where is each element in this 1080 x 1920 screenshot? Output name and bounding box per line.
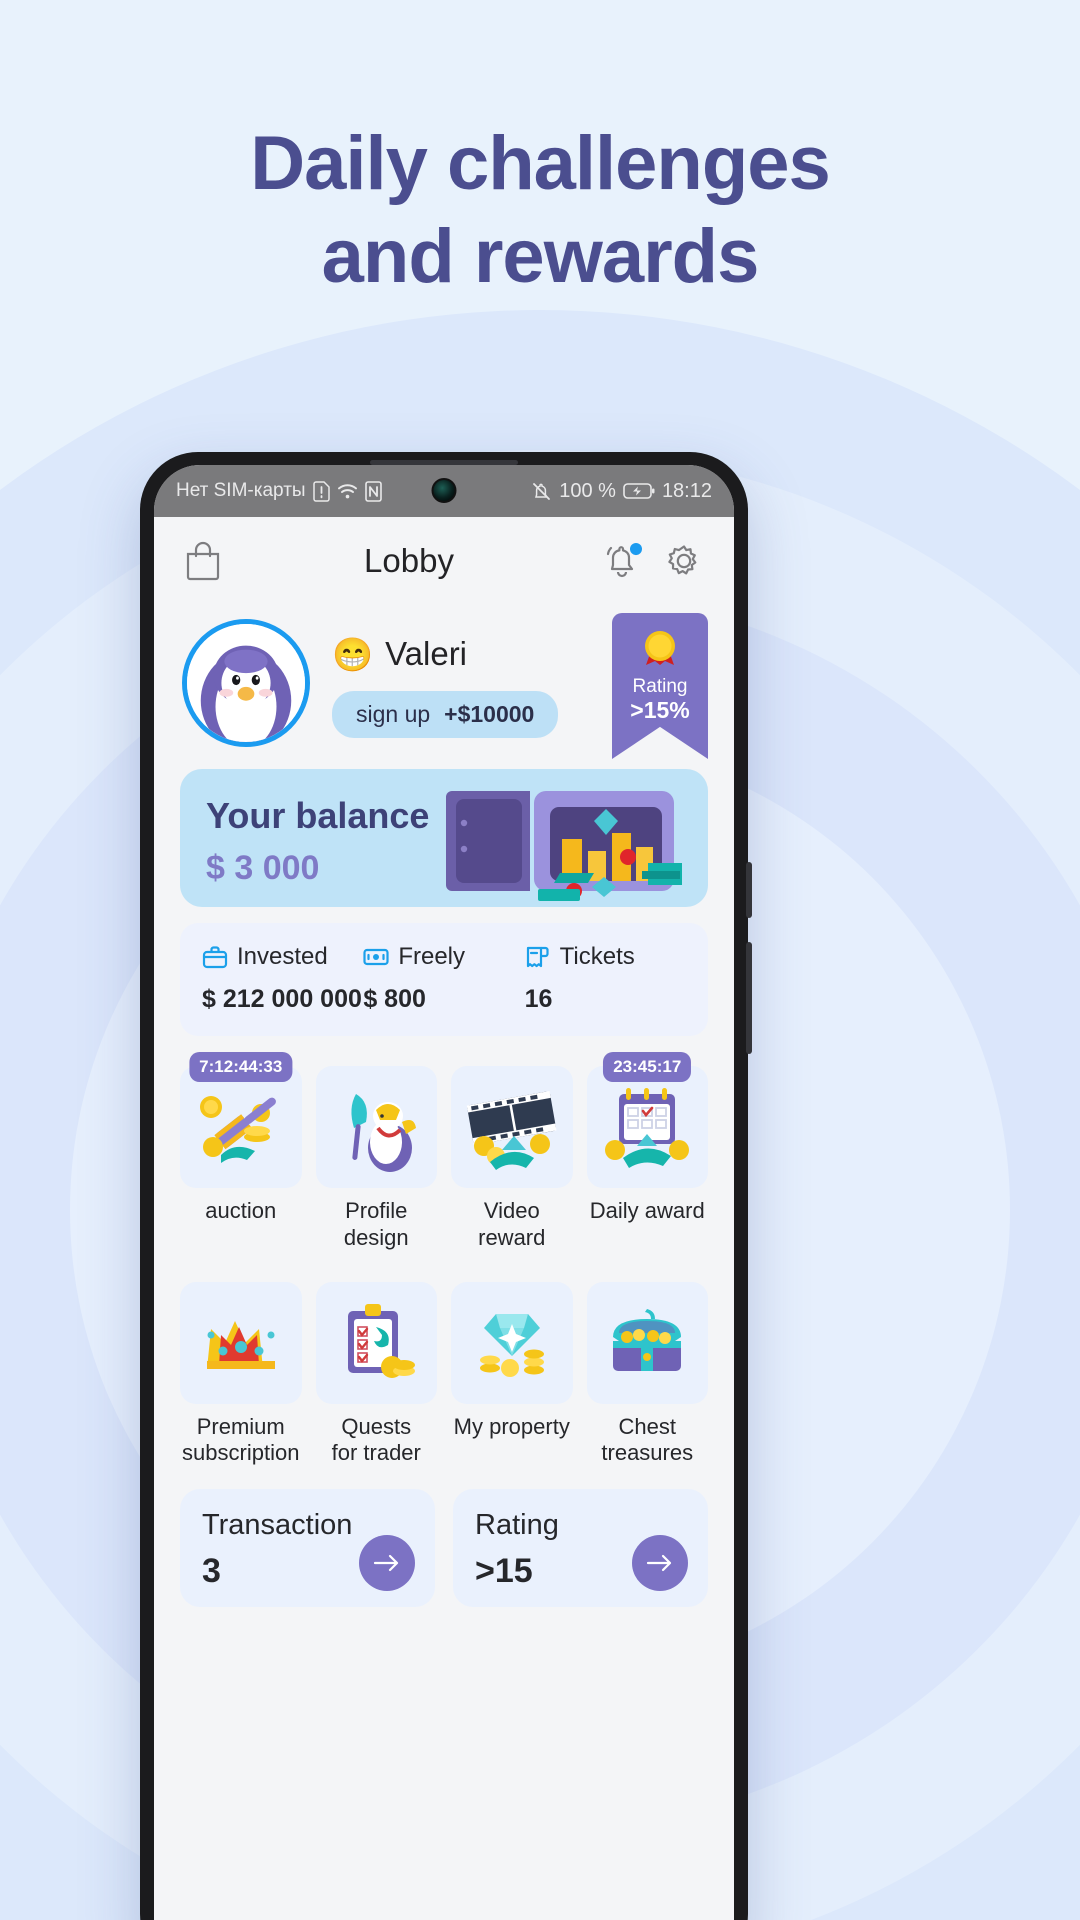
stat-value: 16 [524,985,553,1013]
transaction-card[interactable]: Transaction 3 [180,1489,435,1608]
bottom-cards: Transaction 3 Rating >15 [180,1489,708,1608]
treasure-chest-icon [586,1281,708,1404]
briefcase-icon [202,944,228,970]
stat-invested[interactable]: Invested $ 212 000 000 [202,943,363,1014]
tiles-grid-row-1: 7:12:44:33 auction Profile design Video … [180,1052,708,1252]
medal-icon [637,627,683,673]
tile-daily-award[interactable]: 23:45:17 Daily award [586,1052,708,1252]
stat-value: $ 800 [363,985,426,1013]
signup-bonus-amount: +$10000 [444,701,535,727]
profile-quill-icon [315,1066,437,1188]
ticket-icon [525,944,551,970]
wifi-icon [337,483,358,500]
rating-ribbon-badge[interactable]: Rating >15% [612,613,708,759]
phone-mockup: Нет SIM-карты 100 % 18:12 Lobby 😁 Valeri… [140,452,752,1920]
bell-muted-icon [531,481,552,502]
battery-percent-label: 100 % [559,479,616,502]
screen-title: Lobby [364,542,454,579]
tile-video-reward[interactable]: Video reward [451,1052,573,1252]
smile-emoji-icon: 😁 [332,635,374,673]
ribbon-value: >15% [630,697,690,723]
safe-with-treasure-illustration [446,791,682,901]
headline-line-2: and rewards [321,213,760,299]
profile-name: Valeri [385,635,468,672]
tile-label: Chest treasures [601,1413,694,1466]
clock-label: 18:12 [661,479,712,502]
arrow-right-icon[interactable] [359,1535,415,1592]
stat-value: $ 212 000 000 [202,985,362,1013]
balance-card[interactable]: Your balance $ 3 000 [180,769,708,907]
carrier-label: Нет SIM-карты [176,480,306,501]
film-money-icon [451,1066,573,1188]
tile-auction[interactable]: 7:12:44:33 auction [180,1052,302,1252]
balance-value: $ 3 000 [206,849,320,887]
signup-bonus-chip[interactable]: sign up +$10000 [332,691,559,738]
app-bar: Lobby [154,517,734,605]
tile-quests-for-trader[interactable]: Quests for trader [315,1268,437,1468]
phone-screen: Нет SIM-карты 100 % 18:12 Lobby 😁 Valeri… [154,465,734,1920]
tile-timer: 23:45:17 [603,1052,692,1082]
tile-profile-design[interactable]: Profile design [315,1052,437,1252]
notification-bell-icon[interactable] [602,541,642,581]
tile-chest-treasures[interactable]: Chest treasures [586,1268,708,1468]
tile-label: Premium subscription [182,1413,300,1466]
tile-label: Quests for trader [331,1413,421,1466]
tile-premium-subscription[interactable]: Premium subscription [180,1268,302,1468]
balance-title: Your balance [206,795,430,836]
profile-name-row: 😁 Valeri [332,635,558,673]
signup-label: sign up [356,701,431,727]
page-title: Daily challenges and rewards [0,118,1080,303]
tile-timer: 7:12:44:33 [189,1052,293,1082]
stat-tickets[interactable]: Tickets 16 [525,943,686,1014]
tile-label: Profile design [343,1198,409,1250]
tile-label: Video reward [478,1198,546,1250]
profile-info: 😁 Valeri sign up +$10000 [332,619,559,738]
banknote-icon [363,944,389,970]
stat-label: Freely [398,943,466,970]
notification-badge-dot [630,543,642,555]
calendar-money-icon [586,1066,708,1188]
rating-card[interactable]: Rating >15 [453,1489,708,1608]
stat-label: Invested [237,943,328,970]
clipboard-icon [315,1281,437,1404]
headline-line-1: Daily challenges [250,121,831,206]
tile-label: My property [453,1413,570,1439]
gavel-coins-icon [180,1066,302,1188]
sim-alert-icon [312,480,330,502]
tile-label: Daily award [589,1198,705,1223]
stat-freely[interactable]: Freely $ 800 [363,943,524,1014]
gem-coins-icon [451,1281,573,1404]
profile-section: 😁 Valeri sign up +$10000 Rating >15% [154,605,734,759]
ribbon-label: Rating [632,676,688,697]
crown-icon [180,1281,302,1404]
battery-charging-icon [623,482,655,500]
tile-my-property[interactable]: My property [451,1268,573,1468]
stats-row: Invested $ 212 000 000 Freely $ 800 Tick… [180,923,708,1036]
nfc-icon [364,480,382,502]
tiles-grid-row-2: Premium subscription Quests for trader M… [180,1268,708,1468]
arrow-right-icon[interactable] [632,1535,688,1592]
tile-label: auction [205,1198,277,1223]
gear-icon[interactable] [664,541,704,581]
stat-label: Tickets [559,943,635,970]
status-bar: Нет SIM-карты 100 % 18:12 [154,465,734,517]
penguin-avatar[interactable] [182,619,310,747]
front-camera [431,478,457,503]
